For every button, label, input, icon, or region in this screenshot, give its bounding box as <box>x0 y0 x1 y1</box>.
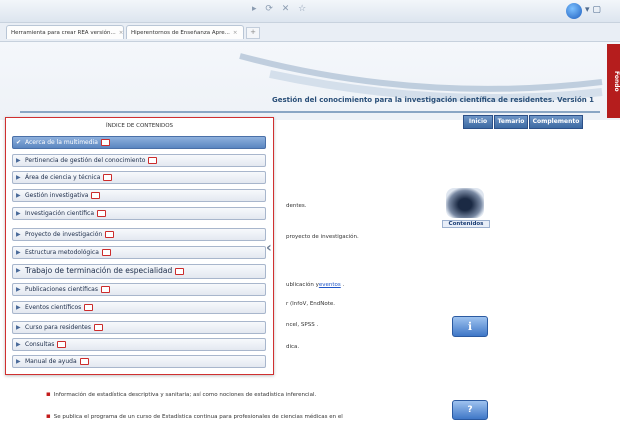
nav-button-temario[interactable]: Temario <box>494 115 528 129</box>
bullet-item: ▪ Información de estadística descriptiva … <box>46 390 316 398</box>
toc-item-label: Gestión investigativa <box>25 192 89 199</box>
arrow-right-icon: ▶ <box>16 358 21 365</box>
browser-tab-2[interactable]: Hiperentornos de Enseñanza Apre... × <box>126 25 244 39</box>
browser-toolbar: ▸ ⟳ ✕ ☆ ▾ ▢ <box>0 0 620 23</box>
toc-item-label: Acerca de la multimedia <box>25 139 98 146</box>
content-text: ublicación y <box>286 282 319 288</box>
book-icon <box>100 139 110 146</box>
side-tab[interactable]: Fondo <box>607 44 620 118</box>
arrow-right-icon: ▶ <box>16 341 21 348</box>
nav-button-complemento[interactable]: Complemento <box>529 115 583 129</box>
eye-icon <box>446 188 484 218</box>
book-icon <box>94 324 103 331</box>
book-icon <box>101 249 111 256</box>
toc-item-curso[interactable]: ▶ Curso para residentes <box>12 321 266 334</box>
close-icon[interactable]: × <box>233 30 238 36</box>
chevron-down-icon[interactable]: ▾ ▢ <box>585 5 601 15</box>
content-line: ublicación yeventos . <box>286 282 344 288</box>
toc-item-eventos[interactable]: ▶ Eventos científicos <box>12 301 266 314</box>
eventos-link[interactable]: eventos <box>319 282 341 288</box>
content-line: r (InfoV, EndNote. <box>286 301 336 307</box>
book-icon <box>84 304 94 311</box>
book-icon <box>100 286 110 293</box>
arrow-right-icon: ▶ <box>16 210 21 217</box>
book-icon <box>175 267 185 275</box>
toc-item-area-ciencia[interactable]: ▶ Área de ciencia y técnica <box>12 171 266 184</box>
contenidos-label: Contenidos <box>442 220 490 228</box>
toc-panel: ÍNDICE DE CONTENIDOS ✔ Acerca de la multi… <box>5 117 274 375</box>
book-icon <box>103 174 113 181</box>
toc-item-label: Eventos científicos <box>25 304 82 311</box>
content-text: . <box>340 282 345 288</box>
bullet-text: Información de estadística descriptiva y… <box>53 392 317 398</box>
tab-label: Herramienta para crear REA versión... <box>11 30 116 36</box>
toc-item-gestion-investigativa[interactable]: ▶ Gestión investigativa <box>12 189 266 202</box>
arrow-right-icon: ▶ <box>16 192 21 199</box>
book-icon <box>148 157 158 164</box>
toc-item-investigacion-cientifica[interactable]: ▶ Investigación científica <box>12 207 266 220</box>
toc-item-manual[interactable]: ▶ Manual de ayuda <box>12 355 266 368</box>
content-line: dica. <box>286 344 300 350</box>
book-icon <box>79 358 89 365</box>
contenidos-button[interactable]: Contenidos <box>442 188 490 240</box>
toc-item-label: Pertinencia de gestión del conocimiento <box>25 157 146 164</box>
check-icon: ✔ <box>16 139 22 146</box>
toc-item-acerca[interactable]: ✔ Acerca de la multimedia <box>12 136 266 149</box>
toc-item-consultas[interactable]: ▶ Consultas <box>12 338 266 351</box>
toc-item-label: Consultas <box>25 341 55 348</box>
close-icon[interactable]: × <box>119 30 123 36</box>
bullet-item: ▪ Se publica el programa de un curso de E… <box>46 412 343 420</box>
content-line: proyecto de investigación. <box>286 234 359 240</box>
browser-tab-1[interactable]: Herramienta para crear REA versión... × <box>6 25 124 39</box>
arrow-right-icon: ▶ <box>16 157 21 164</box>
arrow-right-icon: ▶ <box>16 324 21 331</box>
info-button[interactable]: ℹ <box>452 316 488 337</box>
page-title: Gestión del conocimiento para la investi… <box>272 96 595 104</box>
arrow-right-icon: ▶ <box>16 267 21 274</box>
arrow-right-icon: ▶ <box>16 304 21 311</box>
new-tab-button[interactable]: + <box>246 27 260 39</box>
tab-label: Hiperentornos de Enseñanza Apre... <box>131 30 230 36</box>
toc-item-publicaciones[interactable]: ▶ Publicaciones científicas <box>12 283 266 296</box>
toc-item-label: Trabajo de terminación de especialidad <box>25 266 173 275</box>
toc-item-label: Curso para residentes <box>25 324 91 331</box>
book-icon <box>97 210 107 217</box>
toc-item-pertinencia[interactable]: ▶ Pertinencia de gestión del conocimiento <box>12 154 266 167</box>
toc-item-label: Publicaciones científicas <box>25 286 98 293</box>
arrow-right-icon: ▶ <box>16 231 21 238</box>
title-divider <box>20 111 600 113</box>
collapse-panel-icon[interactable]: ‹ <box>266 240 272 256</box>
toc-item-label: Manual de ayuda <box>25 358 77 365</box>
toc-item-trabajo-terminacion[interactable]: ▶ Trabajo de terminación de especialidad <box>12 264 266 279</box>
book-icon <box>105 231 115 238</box>
book-icon <box>57 341 67 348</box>
bullet-icon: ▪ <box>46 412 51 420</box>
toc-item-proyecto[interactable]: ▶ Proyecto de investigación <box>12 228 266 241</box>
arrow-right-icon: ▶ <box>16 286 21 293</box>
header-swoosh-graphic <box>239 53 603 102</box>
content-line: dentes. <box>286 203 307 209</box>
toc-item-label: Estructura metodológica <box>25 249 99 256</box>
nav-button-inicio[interactable]: Inicio <box>463 115 493 129</box>
arrow-right-icon: ▶ <box>16 249 21 256</box>
toc-item-label: Investigación científica <box>25 210 95 217</box>
browser-logo-icon[interactable] <box>566 3 582 19</box>
help-button[interactable]: ? <box>452 400 488 420</box>
tab-bar: Herramienta para crear REA versión... × H… <box>0 23 620 42</box>
bullet-text: Se publica el programa de un curso de Es… <box>53 414 343 420</box>
toc-item-label: Área de ciencia y técnica <box>25 174 101 181</box>
bullet-icon: ▪ <box>46 390 51 398</box>
book-icon <box>91 192 101 199</box>
browser-nav-icons[interactable]: ▸ ⟳ ✕ ☆ <box>252 4 309 14</box>
content-line: ncel, SPSS . <box>286 322 319 328</box>
toc-item-estructura[interactable]: ▶ Estructura metodológica <box>12 246 266 259</box>
arrow-right-icon: ▶ <box>16 174 21 181</box>
toc-title: ÍNDICE DE CONTENIDOS <box>105 123 174 129</box>
toc-item-label: Proyecto de investigación <box>25 231 103 238</box>
